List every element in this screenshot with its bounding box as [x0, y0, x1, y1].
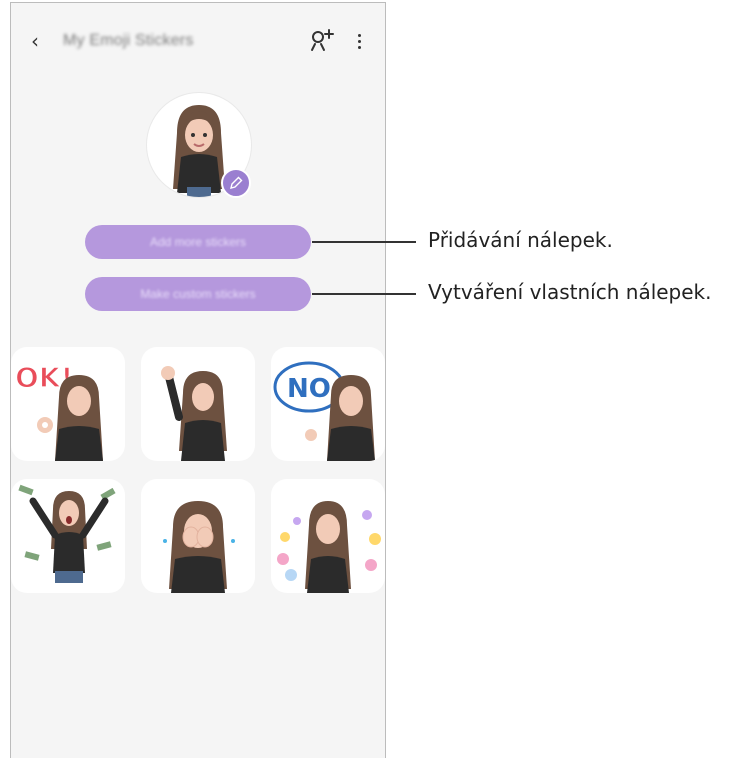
callout-line-add: [312, 241, 416, 243]
more-options-button[interactable]: [351, 27, 367, 55]
sticker-hearts[interactable]: [271, 479, 385, 593]
make-custom-stickers-label: Make custom stickers: [140, 287, 256, 301]
sticker-money[interactable]: [11, 479, 125, 593]
back-button[interactable]: ‹: [23, 29, 47, 53]
callout-custom-stickers: Vytváření vlastních nálepek.: [428, 280, 712, 304]
sticker-cover-face[interactable]: [141, 479, 255, 593]
edit-avatar-button[interactable]: [221, 168, 251, 198]
edit-pencil-icon: [230, 176, 243, 189]
add-more-stickers-button[interactable]: Add more stickers: [85, 225, 311, 259]
make-custom-stickers-button[interactable]: Make custom stickers: [85, 277, 311, 311]
callout-add-stickers: Přidávání nálepek.: [428, 228, 613, 252]
sticker-no[interactable]: NO: [271, 347, 385, 461]
more-options-icon: [357, 33, 361, 37]
app-bar: ‹ My Emoji Stickers: [11, 3, 385, 79]
back-chevron-icon: ‹: [31, 29, 39, 53]
phone-screen: ‹ My Emoji Stickers Add more stickers Ma…: [10, 2, 386, 758]
page-title: My Emoji Stickers: [63, 32, 194, 49]
sticker-wave[interactable]: [141, 347, 255, 461]
sticker-no-label: NO: [287, 374, 331, 404]
sticker-ok[interactable]: OK!: [11, 347, 125, 461]
callout-line-custom: [312, 293, 416, 295]
add-person-icon[interactable]: [307, 27, 335, 55]
add-more-stickers-label: Add more stickers: [149, 235, 247, 249]
